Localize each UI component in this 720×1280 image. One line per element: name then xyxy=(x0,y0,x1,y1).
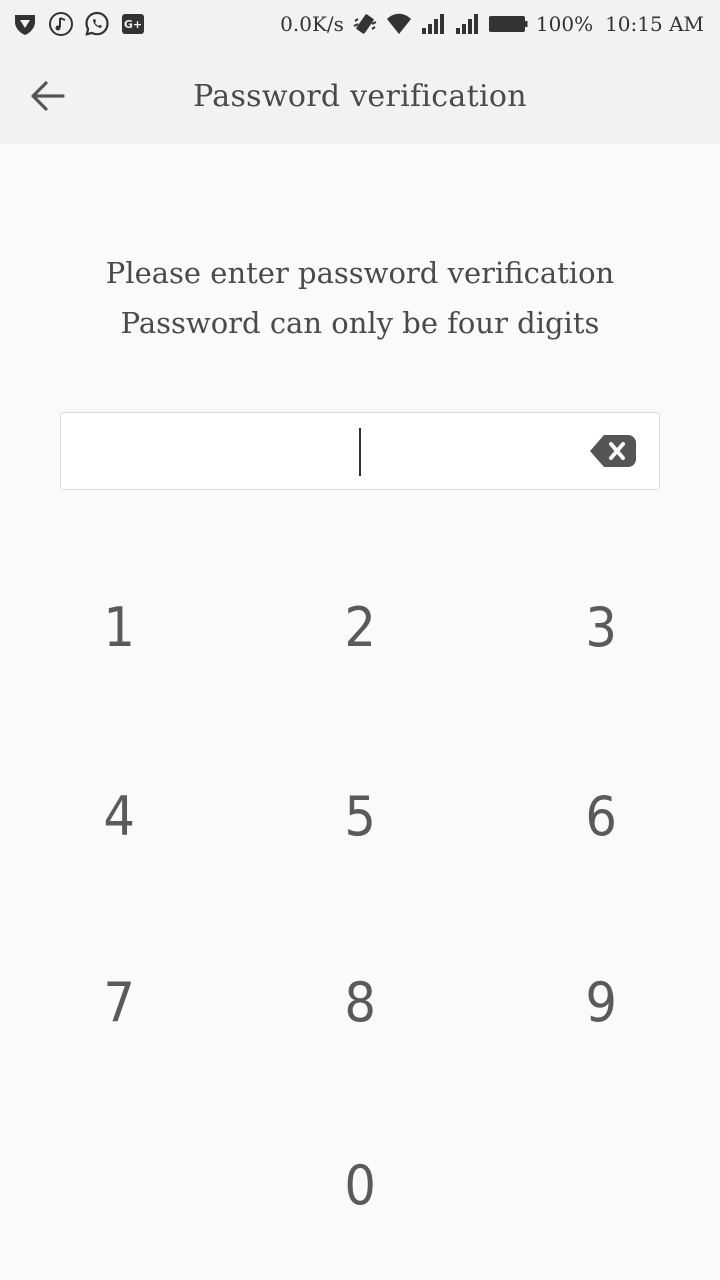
instructions: Please enter password verification Passw… xyxy=(0,248,720,348)
key-5-label: 5 xyxy=(344,784,376,848)
key-9-label: 9 xyxy=(585,970,617,1034)
key-4[interactable]: 4 xyxy=(39,756,199,876)
battery-icon xyxy=(488,11,528,37)
shield-icon xyxy=(12,11,38,37)
svg-text:G+: G+ xyxy=(124,18,142,31)
battery-percent-text: 100% xyxy=(535,12,594,36)
signal-icon xyxy=(420,11,446,37)
key-9[interactable]: 9 xyxy=(521,942,681,1062)
key-0[interactable]: 0 xyxy=(280,1125,440,1245)
numeric-keypad: 1 2 3 4 5 6 7 8 9 0 xyxy=(0,0,720,1280)
signal-icon xyxy=(454,11,480,37)
clear-button[interactable] xyxy=(588,432,638,470)
key-0-label: 0 xyxy=(344,1153,376,1217)
key-6[interactable]: 6 xyxy=(521,756,681,876)
key-4-label: 4 xyxy=(103,784,135,848)
key-7-label: 7 xyxy=(103,970,135,1034)
key-8[interactable]: 8 xyxy=(280,942,440,1062)
clock-text: 10:15 AM xyxy=(605,12,704,36)
net-speed-text: 0.0K/s xyxy=(280,12,344,36)
back-button[interactable] xyxy=(22,70,74,122)
status-bar: G+ 0.0K/s 100% 10:15 AM xyxy=(0,0,720,48)
key-2-label: 2 xyxy=(344,595,376,659)
whatsapp-icon xyxy=(84,11,110,37)
status-notification-icons: G+ xyxy=(12,11,146,37)
key-6-label: 6 xyxy=(585,784,617,848)
password-input[interactable] xyxy=(60,412,660,490)
vibrate-icon xyxy=(352,11,378,37)
google-plus-icon: G+ xyxy=(120,11,146,37)
key-3[interactable]: 3 xyxy=(521,567,681,687)
arrow-left-icon xyxy=(31,81,65,111)
key-1-label: 1 xyxy=(103,595,135,659)
key-8-label: 8 xyxy=(344,970,376,1034)
key-1[interactable]: 1 xyxy=(39,567,199,687)
wifi-icon xyxy=(386,11,412,37)
page-title: Password verification xyxy=(193,78,527,114)
app-bar: Password verification xyxy=(0,48,720,144)
key-5[interactable]: 5 xyxy=(280,756,440,876)
status-system-info: 0.0K/s 100% 10:15 AM xyxy=(280,11,704,37)
key-3-label: 3 xyxy=(585,595,617,659)
key-2[interactable]: 2 xyxy=(280,567,440,687)
key-7[interactable]: 7 xyxy=(39,942,199,1062)
instruction-line-1: Please enter password verification xyxy=(105,256,615,290)
backspace-icon xyxy=(590,435,636,467)
text-cursor xyxy=(359,428,361,476)
instruction-line-2: Password can only be four digits xyxy=(120,306,600,340)
music-note-icon xyxy=(48,11,74,37)
